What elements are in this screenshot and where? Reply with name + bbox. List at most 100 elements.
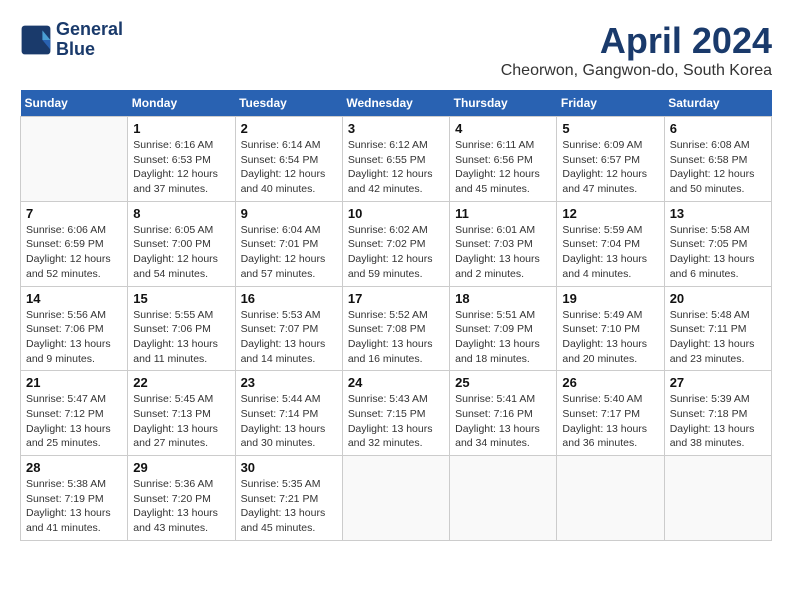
day-number: 17 xyxy=(348,291,444,306)
daylight-text-line1: Daylight: 13 hours xyxy=(562,422,658,437)
sunset-text: Sunset: 7:11 PM xyxy=(670,322,766,337)
day-number: 9 xyxy=(241,206,337,221)
sunrise-text: Sunrise: 5:59 AM xyxy=(562,223,658,238)
sunset-text: Sunset: 7:13 PM xyxy=(133,407,229,422)
calendar-cell: 27Sunrise: 5:39 AMSunset: 7:18 PMDayligh… xyxy=(664,371,771,456)
sunrise-text: Sunrise: 6:11 AM xyxy=(455,138,551,153)
day-info: Sunrise: 5:58 AMSunset: 7:05 PMDaylight:… xyxy=(670,223,766,282)
calendar-cell: 29Sunrise: 5:36 AMSunset: 7:20 PMDayligh… xyxy=(128,456,235,541)
week-row-1: 1 Sunrise: 6:16 AMSunset: 6:53 PMDaylight… xyxy=(21,117,772,202)
day-info: Sunrise: 6:01 AMSunset: 7:03 PMDaylight:… xyxy=(455,223,551,282)
calendar-cell: 20Sunrise: 5:48 AMSunset: 7:11 PMDayligh… xyxy=(664,286,771,371)
day-number: 29 xyxy=(133,460,229,475)
daylight-text-line1: Daylight: 12 hours xyxy=(133,167,229,182)
daylight-text-line2: and 47 minutes. xyxy=(562,182,658,197)
sunrise-text: Sunrise: 6:16 AM xyxy=(133,138,229,153)
day-info: Sunrise: 5:44 AMSunset: 7:14 PMDaylight:… xyxy=(241,392,337,451)
logo-text: General Blue xyxy=(56,20,123,60)
sunrise-text: Sunrise: 6:06 AM xyxy=(26,223,122,238)
day-number: 23 xyxy=(241,375,337,390)
day-number: 7 xyxy=(26,206,122,221)
daylight-text-line1: Daylight: 12 hours xyxy=(348,252,444,267)
daylight-text-line1: Daylight: 12 hours xyxy=(348,167,444,182)
calendar-cell: 21Sunrise: 5:47 AMSunset: 7:12 PMDayligh… xyxy=(21,371,128,456)
daylight-text-line2: and 9 minutes. xyxy=(26,352,122,367)
day-number: 15 xyxy=(133,291,229,306)
main-title: April 2024 xyxy=(501,20,772,62)
sunset-text: Sunset: 6:57 PM xyxy=(562,153,658,168)
daylight-text-line2: and 4 minutes. xyxy=(562,267,658,282)
day-number: 11 xyxy=(455,206,551,221)
logo-icon xyxy=(20,24,52,56)
daylight-text-line2: and 36 minutes. xyxy=(562,436,658,451)
daylight-text-line1: Daylight: 12 hours xyxy=(455,167,551,182)
daylight-text-line1: Daylight: 13 hours xyxy=(241,422,337,437)
weekday-header-friday: Friday xyxy=(557,90,664,117)
day-number: 22 xyxy=(133,375,229,390)
week-row-4: 21Sunrise: 5:47 AMSunset: 7:12 PMDayligh… xyxy=(21,371,772,456)
calendar-cell: 23 Sunrise: 5:44 AMSunset: 7:14 PMDayligh… xyxy=(235,371,342,456)
daylight-text-line1: Daylight: 13 hours xyxy=(455,337,551,352)
calendar-cell: 22 Sunrise: 5:45 AMSunset: 7:13 PMDayligh… xyxy=(128,371,235,456)
day-info: Sunrise: 5:59 AMSunset: 7:04 PMDaylight:… xyxy=(562,223,658,282)
sunset-text: Sunset: 7:18 PM xyxy=(670,407,766,422)
sunset-text: Sunset: 7:12 PM xyxy=(26,407,122,422)
calendar-cell: 15Sunrise: 5:55 AMSunset: 7:06 PMDayligh… xyxy=(128,286,235,371)
day-number: 25 xyxy=(455,375,551,390)
day-info: Sunrise: 6:16 AMSunset: 6:53 PMDaylight:… xyxy=(133,138,229,197)
daylight-text-line1: Daylight: 12 hours xyxy=(562,167,658,182)
day-info: Sunrise: 6:12 AMSunset: 6:55 PMDaylight:… xyxy=(348,138,444,197)
daylight-text-line2: and 25 minutes. xyxy=(26,436,122,451)
daylight-text-line2: and 18 minutes. xyxy=(455,352,551,367)
day-info: Sunrise: 5:35 AMSunset: 7:21 PMDaylight:… xyxy=(241,477,337,536)
sunrise-text: Sunrise: 5:51 AM xyxy=(455,308,551,323)
sunrise-text: Sunrise: 6:04 AM xyxy=(241,223,337,238)
daylight-text-line2: and 6 minutes. xyxy=(670,267,766,282)
calendar-cell: 25Sunrise: 5:41 AMSunset: 7:16 PMDayligh… xyxy=(450,371,557,456)
day-number: 1 xyxy=(133,121,229,136)
daylight-text-line2: and 50 minutes. xyxy=(670,182,766,197)
daylight-text-line2: and 11 minutes. xyxy=(133,352,229,367)
day-number: 26 xyxy=(562,375,658,390)
daylight-text-line2: and 34 minutes. xyxy=(455,436,551,451)
daylight-text-line1: Daylight: 13 hours xyxy=(348,422,444,437)
day-number: 12 xyxy=(562,206,658,221)
day-number: 19 xyxy=(562,291,658,306)
daylight-text-line2: and 30 minutes. xyxy=(241,436,337,451)
calendar-cell: 1 Sunrise: 6:16 AMSunset: 6:53 PMDaylight… xyxy=(128,117,235,202)
day-number: 21 xyxy=(26,375,122,390)
daylight-text-line1: Daylight: 12 hours xyxy=(26,252,122,267)
daylight-text-line1: Daylight: 13 hours xyxy=(670,252,766,267)
daylight-text-line1: Daylight: 13 hours xyxy=(26,506,122,521)
day-number: 16 xyxy=(241,291,337,306)
day-info: Sunrise: 5:45 AMSunset: 7:13 PMDaylight:… xyxy=(133,392,229,451)
day-info: Sunrise: 6:04 AMSunset: 7:01 PMDaylight:… xyxy=(241,223,337,282)
title-area: April 2024 Cheorwon, Gangwon-do, South K… xyxy=(501,20,772,80)
sunrise-text: Sunrise: 5:56 AM xyxy=(26,308,122,323)
daylight-text-line2: and 59 minutes. xyxy=(348,267,444,282)
daylight-text-line1: Daylight: 12 hours xyxy=(241,252,337,267)
day-info: Sunrise: 5:39 AMSunset: 7:18 PMDaylight:… xyxy=(670,392,766,451)
sunrise-text: Sunrise: 5:53 AM xyxy=(241,308,337,323)
sunrise-text: Sunrise: 6:02 AM xyxy=(348,223,444,238)
day-info: Sunrise: 5:49 AMSunset: 7:10 PMDaylight:… xyxy=(562,308,658,367)
day-number: 10 xyxy=(348,206,444,221)
sunrise-text: Sunrise: 5:38 AM xyxy=(26,477,122,492)
day-number: 18 xyxy=(455,291,551,306)
sunrise-text: Sunrise: 6:01 AM xyxy=(455,223,551,238)
daylight-text-line1: Daylight: 13 hours xyxy=(241,506,337,521)
daylight-text-line2: and 27 minutes. xyxy=(133,436,229,451)
sunset-text: Sunset: 7:21 PM xyxy=(241,492,337,507)
day-number: 14 xyxy=(26,291,122,306)
sunrise-text: Sunrise: 5:58 AM xyxy=(670,223,766,238)
calendar-cell: 17Sunrise: 5:52 AMSunset: 7:08 PMDayligh… xyxy=(342,286,449,371)
calendar-cell: 28Sunrise: 5:38 AMSunset: 7:19 PMDayligh… xyxy=(21,456,128,541)
daylight-text-line1: Daylight: 13 hours xyxy=(133,422,229,437)
daylight-text-line1: Daylight: 13 hours xyxy=(348,337,444,352)
sunrise-text: Sunrise: 5:44 AM xyxy=(241,392,337,407)
daylight-text-line1: Daylight: 13 hours xyxy=(562,337,658,352)
calendar-cell: 18 Sunrise: 5:51 AMSunset: 7:09 PMDayligh… xyxy=(450,286,557,371)
calendar-cell: 11 Sunrise: 6:01 AMSunset: 7:03 PMDayligh… xyxy=(450,201,557,286)
daylight-text-line1: Daylight: 13 hours xyxy=(670,337,766,352)
sunset-text: Sunset: 7:09 PM xyxy=(455,322,551,337)
